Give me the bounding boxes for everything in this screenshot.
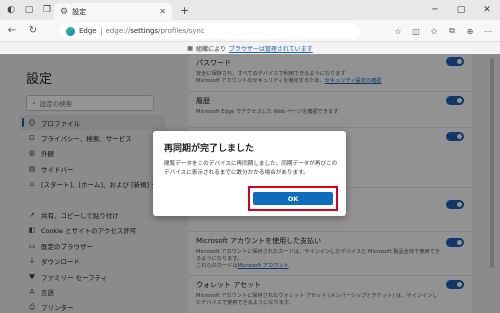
profile-icon[interactable]: ◐	[4, 3, 18, 17]
tab-settings[interactable]: ⚙ 設定 ✕	[54, 3, 172, 20]
browser-brand: Edge	[79, 27, 97, 35]
banner-text: 組織により	[195, 45, 226, 53]
gear-icon: ⚙	[60, 6, 69, 17]
divider	[100, 26, 102, 36]
highlight-box: OK	[248, 186, 338, 211]
maximize-button[interactable]: ▢	[448, 0, 474, 20]
favorites-icon[interactable]: ✩	[426, 23, 442, 39]
window-controls: ─ ▢ ✕	[422, 0, 500, 20]
collections-icon[interactable]: ⧉	[444, 23, 460, 39]
new-tab-button[interactable]: +	[180, 4, 189, 17]
more-icon[interactable]: ⋯	[480, 23, 496, 39]
title-bar: ◐ ▢ ❐ ⚙ 設定 ✕ + ─ ▢ ✕	[0, 0, 500, 20]
edge-logo-icon	[66, 26, 75, 36]
managed-banner: ▦ 組織により ブラウザーは管理されています	[0, 42, 500, 54]
address-bar[interactable]: Edge edge://settings/profiles/sync	[60, 23, 360, 39]
tab-actions-icon[interactable]: ❐	[40, 3, 54, 17]
tab-title: 設定	[72, 7, 87, 16]
close-tab-icon[interactable]: ✕	[159, 7, 166, 16]
minimize-button[interactable]: ─	[422, 0, 448, 20]
address-row: ← ↻ Edge edge://settings/profiles/sync ☆…	[0, 20, 500, 42]
managed-link[interactable]: ブラウザーは管理されています	[229, 44, 313, 53]
workspaces-icon[interactable]: ▢	[22, 3, 36, 17]
back-button[interactable]: ←	[3, 22, 21, 40]
toolbar: ☆ ◫ ✩ ⧉ ⊕ ⋯	[390, 23, 496, 39]
ok-button[interactable]: OK	[253, 192, 333, 205]
close-window-button[interactable]: ✕	[474, 0, 500, 20]
favorite-star-icon[interactable]: ☆	[390, 23, 406, 39]
building-icon: ▦	[187, 44, 193, 52]
split-screen-icon[interactable]: ◫	[408, 23, 424, 39]
extensions-icon[interactable]: ⊕	[462, 23, 478, 39]
dialog-title: 再同期が完了しました	[164, 144, 255, 154]
refresh-button[interactable]: ↻	[24, 22, 42, 40]
url-text: edge://settings/profiles/sync	[105, 27, 205, 35]
resync-complete-dialog: 再同期が完了しました 閲覧データをこのデバイスに再同期しました。同期データが再び…	[153, 131, 346, 216]
dialog-body: 閲覧データをこのデバイスに再同期しました。同期データが再びこのデバイスに表示され…	[164, 161, 338, 176]
